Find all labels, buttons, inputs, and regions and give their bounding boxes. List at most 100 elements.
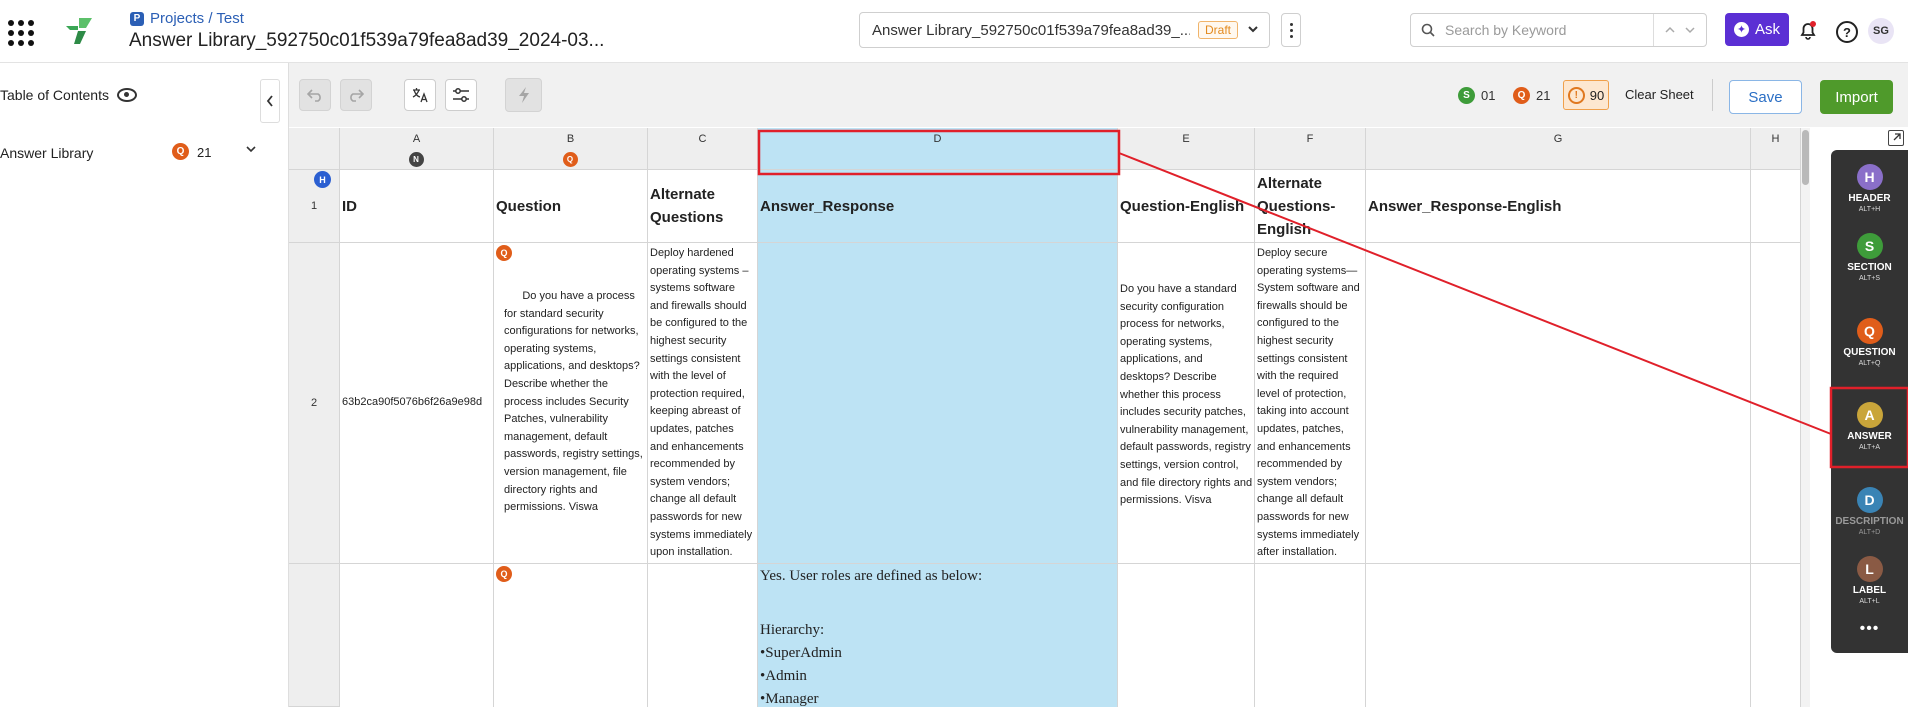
help-icon[interactable]: ?	[1836, 21, 1858, 43]
redo-button[interactable]	[340, 79, 372, 111]
column-header-h[interactable]: H	[1751, 128, 1801, 170]
toc-item-answer-library[interactable]: Answer Library Q 21	[0, 139, 288, 167]
row-number: 1	[310, 200, 318, 212]
header-cell-alternate-questions-english[interactable]: Alternate Questions-English	[1255, 170, 1366, 243]
header-cell-question-english[interactable]: Question-English	[1118, 170, 1255, 243]
answer-line: Yes. User roles are defined as below:	[760, 568, 983, 584]
row-number: 2	[310, 397, 318, 409]
warning-count: 90	[1589, 87, 1605, 103]
document-selector[interactable]: Answer Library_592750c01f539a79fea8ad39_…	[859, 12, 1270, 48]
cell-h[interactable]	[1751, 243, 1801, 564]
question-tag-icon: Q	[562, 152, 578, 167]
header-cell-question[interactable]: Question	[494, 170, 648, 243]
more-tags-button[interactable]: •••	[1831, 620, 1908, 638]
question-tag-icon[interactable]: Q	[496, 245, 512, 261]
more-options-button[interactable]	[1281, 13, 1301, 47]
cell-answer-response-english[interactable]	[1366, 564, 1751, 707]
cell-alternate-questions[interactable]	[648, 564, 758, 707]
undo-button[interactable]	[299, 79, 331, 111]
tag-label-button[interactable]: L LABEL ALT+L	[1831, 556, 1908, 605]
column-header-a[interactable]: A N	[340, 128, 494, 170]
question-badge-icon: Q	[1513, 87, 1530, 104]
tag-name: LABEL	[1852, 585, 1887, 596]
collapse-panel-button[interactable]	[260, 79, 280, 123]
translate-icon	[412, 88, 428, 103]
avatar[interactable]: SG	[1868, 18, 1894, 44]
import-button[interactable]: Import	[1820, 80, 1893, 114]
search-input[interactable]	[1443, 21, 1657, 39]
header-cell-alternate-questions[interactable]: Alternate Questions	[648, 170, 758, 243]
vertical-scrollbar[interactable]	[1801, 128, 1810, 707]
header-cell-answer-response-english[interactable]: Answer_Response-English	[1366, 170, 1751, 243]
notification-bell-icon[interactable]	[1798, 20, 1818, 40]
ask-button[interactable]: ✦ Ask	[1725, 13, 1789, 46]
scrollbar-thumb[interactable]	[1802, 130, 1809, 185]
row-header-2[interactable]: 2	[289, 243, 340, 564]
column-header-e[interactable]: E	[1118, 128, 1255, 170]
chevron-down-icon	[1248, 26, 1258, 33]
cell-answer-response-english[interactable]	[1366, 243, 1751, 564]
toc-title: Table of Contents	[0, 87, 109, 103]
keyword-search[interactable]	[1410, 13, 1707, 47]
answer-line: •Admin	[760, 668, 807, 684]
column-header-b[interactable]: B Q	[494, 128, 648, 170]
sliders-icon	[453, 88, 469, 102]
undo-icon	[307, 89, 321, 102]
chevron-down-icon[interactable]	[1685, 26, 1695, 34]
cell-question-english[interactable]: Do you have a standard security configur…	[1118, 243, 1255, 564]
cell-answer-response[interactable]	[758, 243, 1118, 564]
cell-question-english[interactable]	[1118, 564, 1255, 707]
column-letter: G	[1553, 133, 1563, 145]
cell-alternate-questions-english[interactable]: Deploy secure operating systems—System s…	[1255, 243, 1366, 564]
header-tag-icon: H	[1856, 164, 1883, 190]
save-button[interactable]: Save	[1729, 80, 1802, 114]
header-cell-h[interactable]	[1751, 170, 1801, 243]
open-external-icon[interactable]	[1888, 130, 1904, 146]
cell-alternate-questions-english[interactable]	[1255, 564, 1366, 707]
column-header-d[interactable]: D	[758, 128, 1118, 170]
warnings-badge[interactable]: ! 90	[1563, 80, 1609, 110]
app-header: P Projects / Test Answer Library_592750c…	[0, 0, 1908, 63]
breadcrumb-text[interactable]: Projects / Test	[150, 10, 244, 27]
column-header-c[interactable]: C	[648, 128, 758, 170]
question-badge-icon: Q	[172, 143, 189, 160]
draft-badge: Draft	[1198, 21, 1239, 39]
chevron-left-icon	[266, 95, 273, 107]
cell-id[interactable]	[340, 564, 494, 707]
cell-h[interactable]	[1751, 564, 1801, 707]
row-header-3[interactable]	[289, 564, 340, 707]
answer-line: •SuperAdmin	[760, 645, 842, 661]
column-letter: F	[1306, 133, 1314, 145]
header-cell-id[interactable]: ID	[340, 170, 494, 243]
cell-question[interactable]: Q Do you have a process for standard sec…	[494, 243, 648, 564]
column-header-g[interactable]: G	[1366, 128, 1751, 170]
eye-icon[interactable]	[116, 88, 137, 102]
question-tag-icon[interactable]: Q	[496, 566, 512, 582]
clear-sheet-button[interactable]: Clear Sheet	[1625, 87, 1694, 102]
column-letter: A	[412, 133, 421, 145]
translate-button[interactable]	[404, 79, 436, 111]
tag-description-button[interactable]: D DESCRIPTION ALT+D	[1831, 487, 1908, 536]
chevron-up-icon[interactable]	[1665, 26, 1675, 34]
tag-question-button[interactable]: Q QUESTION ALT+Q	[1831, 318, 1908, 367]
cell-question-english-text: Do you have a standard security configur…	[1120, 283, 1253, 507]
apps-grid-icon[interactable]	[8, 20, 34, 46]
auto-tag-button[interactable]	[505, 78, 542, 112]
breadcrumb[interactable]: P Projects / Test	[130, 10, 244, 27]
cell-id[interactable]: 63b2ca90f5076b6f26a9e98d	[340, 243, 494, 564]
tag-shortcut: ALT+D	[1858, 529, 1881, 536]
column-header-f[interactable]: F	[1255, 128, 1366, 170]
cell-alternate-questions[interactable]: Deploy hardened operating systems – syst…	[648, 243, 758, 564]
tag-answer-button[interactable]: A ANSWER ALT+A	[1831, 402, 1908, 451]
cell-question[interactable]: Q	[494, 564, 648, 707]
tag-name: HEADER	[1848, 193, 1891, 204]
header-row-tag-icon[interactable]: H	[314, 171, 331, 188]
tag-section-button[interactable]: S SECTION ALT+S	[1831, 233, 1908, 282]
tag-shortcut: ALT+H	[1858, 206, 1881, 213]
cell-answer-response[interactable]: Yes. User roles are defined as below: Hi…	[758, 564, 1118, 707]
header-cell-answer-response[interactable]: Answer_Response	[758, 170, 1118, 243]
tag-header-button[interactable]: H HEADER ALT+H	[1831, 164, 1908, 213]
settings-sliders-button[interactable]	[445, 79, 477, 111]
chevron-down-icon[interactable]	[245, 143, 257, 155]
tag-name: DESCRIPTION	[1835, 516, 1904, 527]
